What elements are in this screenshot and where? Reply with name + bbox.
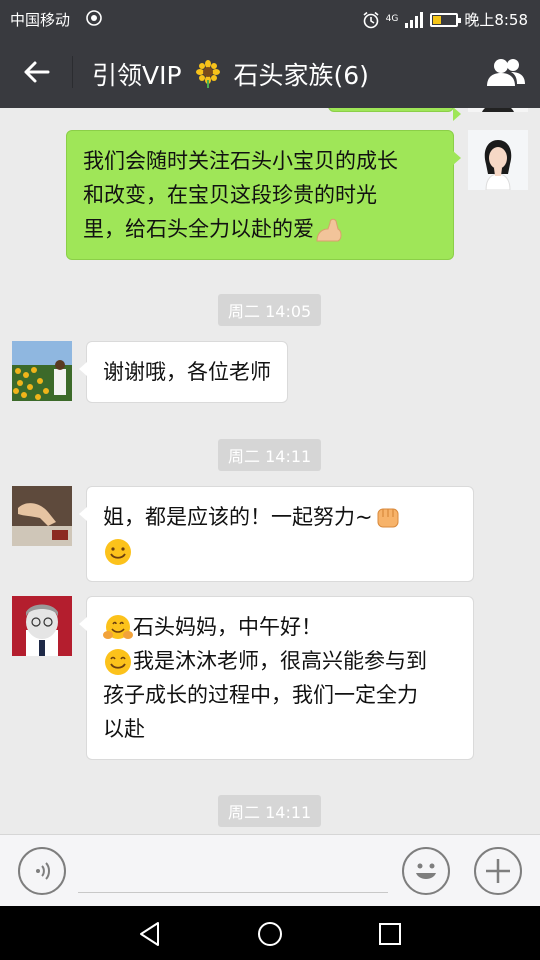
voice-input-button[interactable]	[18, 847, 66, 895]
square-recents-icon	[379, 923, 401, 945]
flexed-biceps-icon	[316, 218, 342, 242]
network-type: 4G	[385, 14, 399, 24]
back-button[interactable]	[14, 54, 58, 90]
plus-icon	[486, 859, 510, 883]
sender-avatar-teacher[interactable]	[12, 596, 72, 656]
hugging-face-icon	[103, 615, 133, 639]
message-timestamp: 周二 14:05	[218, 294, 322, 326]
my-avatar[interactable]	[468, 130, 528, 190]
status-right: 4G 晚上8:58	[362, 9, 528, 30]
back-arrow-icon	[24, 61, 50, 83]
circle-home-icon	[258, 922, 282, 946]
message-bubble-incoming[interactable]: 谢谢哦，各位老师	[79, 341, 288, 403]
message-line: 孩子成长的过程中，我们一定全力	[103, 683, 418, 707]
signal-icon	[405, 11, 424, 28]
emoji-button[interactable]	[402, 847, 450, 895]
status-bar: 中国移动 4G 晚上8:58	[0, 0, 540, 36]
emoji-face-icon	[416, 863, 436, 879]
message-line: 以赴	[103, 717, 145, 741]
message-bubble-incoming[interactable]: 石头妈妈，中午好！ 我是沐沐老师，很高兴能参与到 孩子成长的过程中，我们一定全力…	[79, 596, 474, 760]
input-bar	[0, 834, 540, 906]
previous-avatar[interactable]	[468, 108, 528, 112]
nav-back-button[interactable]	[130, 914, 170, 954]
message-input[interactable]	[78, 851, 388, 893]
wechat-status-icon	[86, 10, 102, 26]
message-timestamp: 周二 14:11	[218, 439, 322, 471]
message-line: 里，给石头全力以赴的爱	[83, 217, 314, 241]
chat-title-suffix: 石头家族(6)	[233, 61, 369, 90]
carrier-label: 中国移动	[10, 11, 71, 29]
nav-home-button[interactable]	[250, 914, 290, 954]
smiling-face-icon	[105, 649, 131, 675]
alarm-icon	[363, 11, 379, 28]
message-line: 石头妈妈，中午好！	[133, 615, 322, 639]
clock: 晚上8:58	[464, 11, 528, 29]
battery-icon	[430, 12, 462, 27]
message-line: 我们会随时关注石头小宝贝的成长	[83, 149, 398, 173]
smiling-face-icon	[105, 539, 131, 565]
sunflower-icon	[195, 60, 220, 88]
voice-icon	[36, 862, 50, 880]
previous-message-bubble[interactable]	[328, 108, 461, 121]
system-nav-bar	[0, 906, 540, 960]
message-timestamp: 周二 14:11	[218, 795, 322, 827]
group-people-icon	[487, 59, 525, 86]
chat-title-prefix: 引领VIP	[92, 61, 182, 90]
raised-fist-icon	[377, 508, 399, 528]
message-bubble-outgoing[interactable]: 我们会随时关注石头小宝贝的成长 和改变，在宝贝这段珍贵的时光 里，给石头全力以赴…	[66, 130, 461, 260]
title-divider	[72, 56, 73, 88]
nav-recents-button[interactable]	[370, 914, 410, 954]
chat-title: 引领VIP 石头家族(6)	[92, 56, 369, 92]
title-bar: 引领VIP 石头家族(6)	[0, 36, 540, 108]
more-button[interactable]	[474, 847, 522, 895]
group-info-button[interactable]	[484, 52, 528, 92]
sender-avatar-hands[interactable]	[12, 486, 72, 546]
triangle-back-icon	[140, 922, 159, 946]
chat-area[interactable]: 我们会随时关注石头小宝贝的成长 和改变，在宝贝这段珍贵的时光 里，给石头全力以赴…	[0, 108, 540, 834]
message-line: 我是沐沐老师，很高兴能参与到	[133, 649, 427, 673]
message-bubble-incoming[interactable]: 姐，都是应该的！一起努力~	[79, 486, 474, 582]
sender-avatar-sunflower-field[interactable]	[12, 341, 72, 401]
message-line: 和改变，在宝贝这段珍贵的时光	[83, 183, 377, 207]
message-line: 姐，都是应该的！一起努力~	[103, 505, 373, 529]
message-line: 谢谢哦，各位老师	[103, 360, 271, 384]
